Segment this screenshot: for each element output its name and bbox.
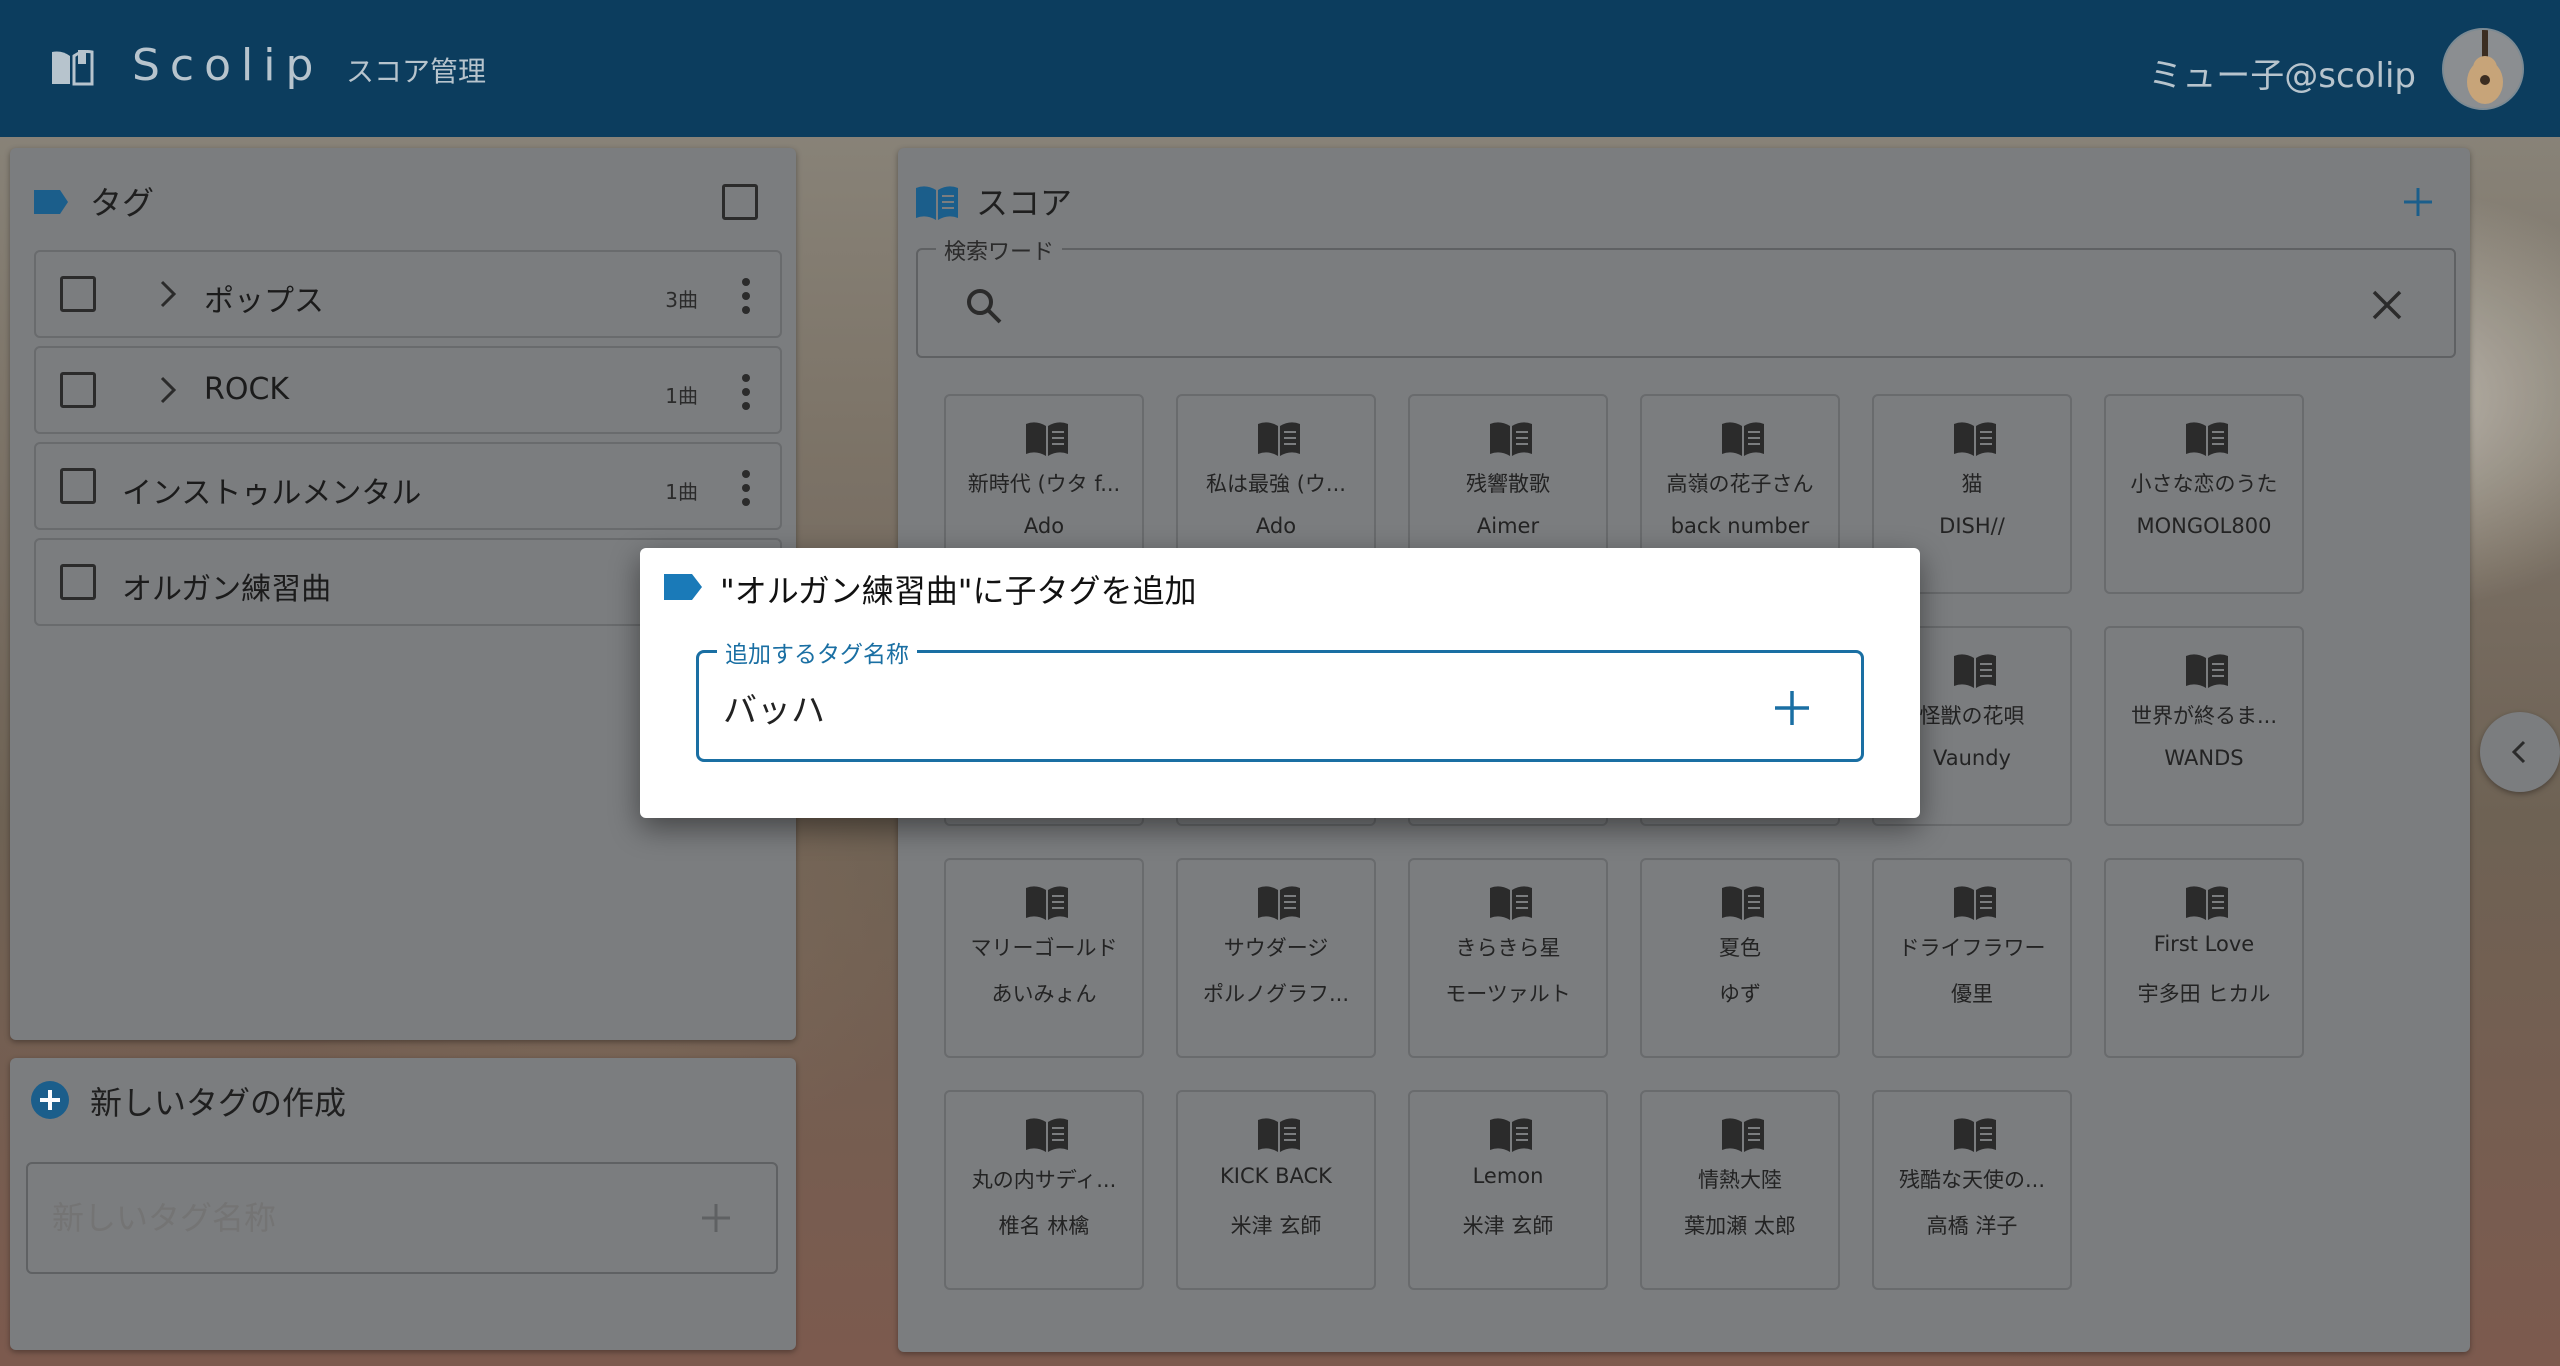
tag-icon	[664, 574, 702, 600]
add-child-tag-dialog: "オルガン練習曲"に子タグを追加 追加するタグ名称	[640, 548, 1920, 818]
child-tag-name-field[interactable]: 追加するタグ名称	[696, 635, 1864, 762]
plus-icon[interactable]	[1771, 687, 1813, 729]
dialog-title: "オルガン練習曲"に子タグを追加	[720, 572, 1197, 610]
child-tag-name-label: 追加するタグ名称	[717, 635, 917, 669]
child-tag-name-input[interactable]	[723, 683, 1683, 731]
